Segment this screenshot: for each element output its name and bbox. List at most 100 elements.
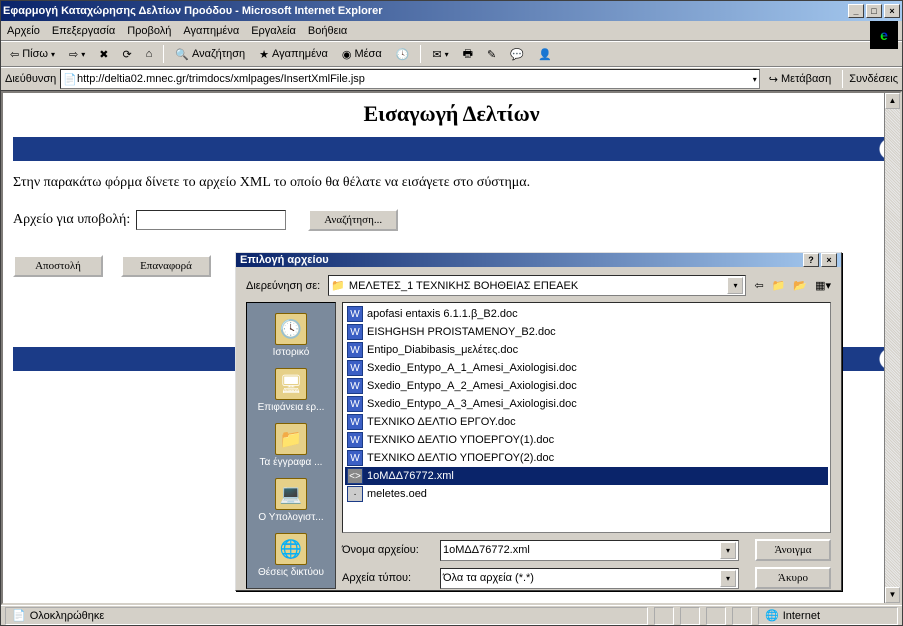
stop-button[interactable]: ✖ [94,45,113,64]
doc-file-icon: W [347,450,363,466]
reset-button[interactable]: Επαναφορά [121,255,211,277]
minimize-button[interactable]: _ [848,4,864,18]
filename-label: Όνομα αρχείου: [342,544,430,556]
place-computer[interactable]: 💻Ο Υπολογιστ... [258,474,323,527]
dialog-close-button[interactable]: × [821,253,837,267]
address-input[interactable]: 📄 http://deltia02.mnec.gr/trimdocs/xmlpa… [60,69,760,89]
scroll-track[interactable] [885,109,900,587]
file-name: apofasi entaxis 6.1.1.β_B2.doc [367,308,518,320]
place-network[interactable]: 🌐Θέσεις δικτύου [258,529,324,582]
doc-file-icon: W [347,360,363,376]
back-folder-icon[interactable]: ⇦ [754,279,763,292]
links-label[interactable]: Συνδέσεις [849,73,898,85]
file-name: meletes.oed [367,488,427,500]
maximize-button[interactable]: □ [866,4,882,18]
places-bar: 🕓Ιστορικό 🖥Επιφάνεια ερ... 📁Τα έγγραφα .… [246,302,336,589]
back-button[interactable]: ⇦Πίσω▾ [5,45,60,64]
discuss-button[interactable]: 💬 [505,45,529,64]
filename-combo[interactable]: 1οΜΔΔ76772.xml ▾ [440,540,739,561]
views-icon[interactable]: ▦▾ [815,279,831,292]
place-documents-label: Τα έγγραφα ... [260,457,323,468]
file-name: Sxedio_Entypo_A_2_Amesi_Axiologisi.doc [367,380,577,392]
favorites-button[interactable]: ★Αγαπημένα [254,45,333,64]
file-name: Sxedio_Entypo_A_1_Amesi_Axiologisi.doc [367,362,577,374]
dialog-help-button[interactable]: ? [803,253,819,267]
messenger-icon: 👤 [538,48,552,61]
zone-text: Internet [783,610,820,622]
menu-help[interactable]: Βοήθεια [308,25,347,37]
search-label: Αναζήτηση [192,48,245,60]
scroll-down-button[interactable]: ▼ [885,587,900,603]
home-icon: ⌂ [146,48,153,60]
address-label: Διεύθυνση [5,73,56,85]
file-item[interactable]: WΤΕΧΝΙΚΟ ΔΕΛΤΙΟ ΕΡΓΟΥ.doc [345,413,828,431]
mail-button[interactable]: ✉▾ [427,45,453,64]
media-icon: ◉ [342,48,352,61]
toolbar: ⇦Πίσω▾ ⇨▾ ✖ ⟳ ⌂ 🔍Αναζήτηση ★Αγαπημένα ◉Μ… [1,41,902,67]
file-item[interactable]: WΤΕΧΝΙΚΟ ΔΕΛΤΙΟ ΥΠΟΕΡΓΟΥ(1).doc [345,431,828,449]
filetype-combo[interactable]: Όλα τα αρχεία (*.*) ▾ [440,568,739,589]
file-item[interactable]: ·meletes.oed [345,485,828,503]
up-folder-icon[interactable]: 📁 [772,279,786,292]
doc-file-icon: W [347,342,363,358]
place-history-label: Ιστορικό [273,347,310,358]
dialog-titlebar: Επιλογή αρχείου ? × [236,253,841,267]
place-computer-label: Ο Υπολογιστ... [258,512,323,523]
file-item[interactable]: WSxedio_Entypo_A_2_Amesi_Axiologisi.doc [345,377,828,395]
scroll-up-button[interactable]: ▲ [885,93,900,109]
look-in-combo[interactable]: 📁 ΜΕΛΕΤΕΣ_1 ΤΕΧΝΙΚΗΣ ΒΟΗΘΕΙΑΣ ΕΠΕΑΕΚ ▾ [328,275,746,296]
favorites-icon: ★ [259,48,269,61]
file-item[interactable]: <> 1οΜΔΔ76772.xml [345,467,828,485]
page-title: Εισαγωγή Δελτίων [5,95,898,133]
edit-button[interactable]: ✎ [482,45,501,64]
forward-button[interactable]: ⇨▾ [64,45,90,64]
menu-edit[interactable]: Επεξεργασία [52,25,115,37]
submit-button[interactable]: Αποστολή [13,255,103,277]
file-list[interactable]: Wapofasi entaxis 6.1.1.β_B2.docWEISHGHSH… [342,302,831,533]
file-item[interactable]: W Sxedio_Entypo_A_1_Amesi_Axiologisi.doc [345,359,828,377]
messenger-button[interactable]: 👤 [533,45,557,64]
refresh-button[interactable]: ⟳ [117,45,136,64]
media-label: Μέσα [354,48,381,60]
menu-file[interactable]: Αρχείο [7,25,40,37]
file-item[interactable]: WΤΕΧΝΙΚΟ ΔΕΛΤΙΟ ΥΠΟΕΡΓΟΥ(2).doc [345,449,828,467]
place-history[interactable]: 🕓Ιστορικό [273,309,310,362]
filetype-dropdown-icon[interactable]: ▾ [720,570,736,587]
file-name: 1οΜΔΔ76772.xml [367,470,454,482]
home-button[interactable]: ⌂ [141,45,158,63]
menu-tools[interactable]: Εργαλεία [251,25,296,37]
open-button[interactable]: Άνοιγμα [755,539,831,561]
search-button[interactable]: 🔍Αναζήτηση [170,45,250,64]
status-zone: 🌐 Internet [758,607,898,625]
status-pane-main: 📄 Ολοκληρώθηκε [5,607,648,625]
history-button[interactable]: 🕓 [391,45,415,64]
media-button[interactable]: ◉Μέσα [337,45,387,64]
file-name: Entipo_Diabibasis_μελέτες.doc [367,344,518,356]
file-item[interactable]: WEISHGHSH PROISTAMENOY_B2.doc [345,323,828,341]
go-button[interactable]: ↪Μετάβαση [764,70,836,89]
vertical-scrollbar[interactable]: ▲ ▼ [884,93,900,603]
file-item[interactable]: Wapofasi entaxis 6.1.1.β_B2.doc [345,305,828,323]
look-in-dropdown-icon[interactable]: ▾ [727,277,743,294]
filename-dropdown-icon[interactable]: ▾ [720,542,736,559]
new-folder-icon[interactable]: 📂 [793,279,807,292]
file-input[interactable] [136,210,286,230]
file-item[interactable]: W Entipo_Diabibasis_μελέτες.doc [345,341,828,359]
address-dropdown-icon[interactable]: ▾ [753,75,757,84]
close-button[interactable]: × [884,4,900,18]
history-icon: 🕓 [396,48,410,61]
print-button[interactable]: 🖶 [458,42,478,67]
titlebar: Εφαρμογή Καταχώρησης Δελτίων Προόδου - M… [1,1,902,21]
place-desktop[interactable]: 🖥Επιφάνεια ερ... [258,364,325,417]
refresh-icon: ⟳ [122,48,131,61]
search-icon: 🔍 [175,48,189,61]
menu-favorites[interactable]: Αγαπημένα [183,25,239,37]
cancel-button[interactable]: Άκυρο [755,567,831,589]
xml-file-icon: <> [347,468,363,484]
back-icon: ⇦ [10,48,19,61]
menu-view[interactable]: Προβολή [127,25,171,37]
browse-button[interactable]: Αναζήτηση... [308,209,398,231]
status-text: Ολοκληρώθηκε [30,610,105,622]
place-documents[interactable]: 📁Τα έγγραφα ... [260,419,323,472]
file-item[interactable]: WSxedio_Entypo_A_3_Amesi_Axiologisi.doc [345,395,828,413]
